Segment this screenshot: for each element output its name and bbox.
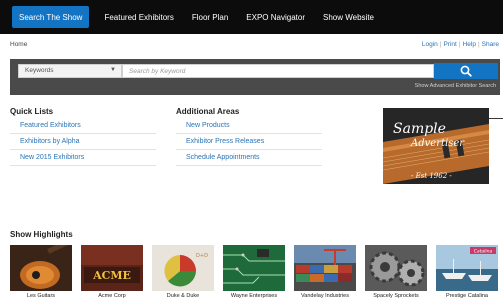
boats-image: Catalina: [436, 245, 498, 291]
tab-expo-navigator[interactable]: EXPO Navigator: [237, 0, 314, 34]
gears-image: [365, 245, 427, 291]
advertiser-name-line2: Advertiser: [410, 138, 465, 149]
highlight-caption: Prestige Catalina: [446, 293, 488, 299]
utility-links: Login | Print | Help | Share: [422, 41, 499, 48]
breadcrumb[interactable]: Home: [10, 41, 27, 48]
highlight-les-guitars[interactable]: Les Guitars: [10, 245, 72, 303]
additional-areas-title: Additional Areas: [176, 107, 240, 116]
share-link[interactable]: Share: [482, 41, 499, 48]
separator: |: [477, 41, 480, 48]
advertiser-established: - Est 1962 -: [411, 172, 452, 180]
highlight-caption: Vandelay Industries: [301, 293, 349, 299]
sample-advertiser-banner[interactable]: Sample Advertiser - Est 1962 -: [383, 108, 489, 184]
show-highlights: Les Guitars ACME Acme Corp D+D Duke & Du…: [10, 245, 503, 303]
search-icon: [460, 65, 472, 77]
advertiser-name-line1: Sample: [393, 121, 446, 137]
highlight-spacely-sprockets[interactable]: Spacely Sprockets: [365, 245, 427, 303]
pie-chart-image: D+D: [152, 245, 214, 291]
tab-search-the-show[interactable]: Search The Show: [12, 6, 90, 28]
quick-lists: Quick Lists Featured Exhibitors Exhibito…: [10, 107, 156, 166]
duke-sign-text: D+D: [196, 253, 208, 259]
search-input[interactable]: [122, 64, 434, 78]
search-type-select[interactable]: Keywords ▼: [18, 64, 122, 78]
shipping-containers-image: [294, 245, 356, 291]
dropdown-caret-icon: ▼: [110, 67, 116, 73]
search-bar: Keywords ▼ Show Advanced Exhibitor Searc…: [10, 59, 500, 95]
tab-floor-plan[interactable]: Floor Plan: [183, 0, 237, 34]
acme-sign-text: ACME: [92, 269, 131, 282]
highlight-wayne-enterprises[interactable]: Wayne Enterprises: [223, 245, 285, 303]
login-link[interactable]: Login: [422, 41, 438, 48]
highlight-prestige-catalina[interactable]: Catalina Prestige Catalina: [436, 245, 498, 303]
tab-featured-exhibitors[interactable]: Featured Exhibitors: [95, 0, 182, 34]
highlight-vandelay-industries[interactable]: Vandelay Industries: [294, 245, 356, 303]
quick-list-new-exhibitors[interactable]: New 2015 Exhibitors: [10, 150, 156, 166]
search-type-value: Keywords: [25, 67, 54, 74]
circuit-board-image: [223, 245, 285, 291]
separator: |: [439, 41, 442, 48]
catalina-sign-text: Catalina: [474, 249, 493, 255]
utility-row: Home Login | Print | Help | Share: [0, 40, 503, 54]
advanced-search-link[interactable]: Show Advanced Exhibitor Search: [415, 83, 496, 89]
show-highlights-title: Show Highlights: [10, 230, 73, 239]
highlight-caption: Duke & Duke: [166, 293, 200, 299]
area-press-releases[interactable]: Exhibitor Press Releases: [176, 134, 322, 150]
highlight-caption: Acme Corp: [98, 293, 126, 299]
highlight-caption: Spacely Sprockets: [373, 293, 419, 299]
highlight-duke-and-duke[interactable]: D+D Duke & Duke: [152, 245, 214, 303]
divider: [489, 118, 503, 119]
search-button[interactable]: [434, 63, 498, 79]
separator: |: [458, 41, 461, 48]
help-link[interactable]: Help: [463, 41, 476, 48]
quick-list-featured-exhibitors[interactable]: Featured Exhibitors: [10, 118, 156, 134]
guitar-ad-image: Sample Advertiser - Est 1962 -: [383, 108, 489, 184]
area-new-products[interactable]: New Products: [176, 118, 322, 134]
area-schedule-appointments[interactable]: Schedule Appointments: [176, 150, 322, 166]
acme-sign-image: ACME: [81, 245, 143, 291]
tab-show-website[interactable]: Show Website: [314, 0, 383, 34]
quick-list-exhibitors-by-alpha[interactable]: Exhibitors by Alpha: [10, 134, 156, 150]
highlight-caption: Wayne Enterprises: [230, 293, 278, 299]
guitar-image: [10, 245, 72, 291]
highlight-caption: Les Guitars: [26, 293, 56, 299]
additional-areas: Additional Areas New Products Exhibitor …: [176, 107, 322, 166]
quick-lists-title: Quick Lists: [10, 107, 54, 116]
print-link[interactable]: Print: [443, 41, 456, 48]
top-nav: Search The Show Featured Exhibitors Floo…: [0, 0, 503, 34]
highlight-acme-corp[interactable]: ACME Acme Corp: [81, 245, 143, 303]
